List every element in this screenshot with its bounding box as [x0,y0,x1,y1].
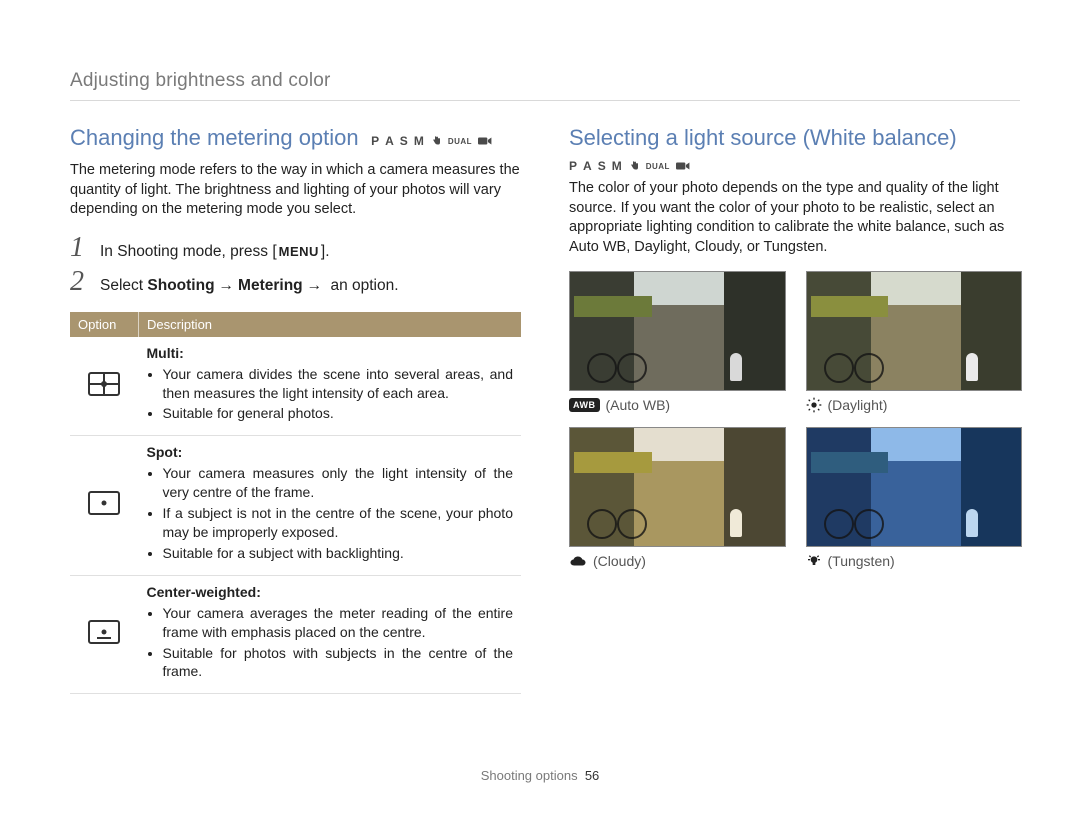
arrow-icon: → [303,277,327,294]
th-option: Option [70,312,139,337]
page-footer: Shooting options 56 [0,768,1080,783]
step-1: 1 In Shooting mode, press [MENU]. [70,234,521,262]
option-bullets: Your camera averages the meter reading o… [147,604,514,682]
metering-intro: The metering mode refers to the way in w… [70,161,521,220]
sun-icon [806,397,822,413]
step-number-1: 1 [70,234,90,262]
wb-sample-auto: AWB (Auto WB) [569,271,784,413]
mode-p: P [371,134,379,148]
mode-a: A [583,159,592,173]
left-column: Changing the metering option P A S M DUA… [70,125,521,694]
footer-section: Shooting options [481,768,578,783]
white-balance-samples: AWB (Auto WB) (Daylight) [569,271,1020,569]
mode-a: A [385,134,394,148]
spot-metering-icon [70,436,139,575]
whitebalance-intro: The color of your photo depends on the t… [569,179,1020,257]
right-column: Selecting a light source (White balance)… [569,125,1020,694]
manual-page: Adjusting brightness and color Changing … [0,0,1080,815]
section-title-metering: Changing the metering option [70,125,359,151]
wb-image-tungsten [806,427,1023,547]
wb-label-auto: AWB (Auto WB) [569,397,784,413]
mode-movie-icon [676,161,690,171]
page-number: 56 [585,768,599,783]
option-bullets: Your camera divides the scene into sever… [147,365,514,424]
option-bullets: Your camera measures only the light inte… [147,464,514,562]
mode-dual: DUAL [646,162,670,171]
wb-image-auto [569,271,786,391]
wb-sample-cloudy: (Cloudy) [569,427,784,569]
wb-label-daylight: (Daylight) [806,397,1021,413]
table-row: Spot: Your camera measures only the ligh… [70,436,521,575]
bulb-icon [806,553,822,569]
section-title-whitebalance: Selecting a light source (White balance) [569,125,957,151]
option-name-multi: Multi: [147,345,184,361]
metering-options-table: Option Description Multi: Your camera di… [70,312,521,695]
step-2-text: Select Shooting→Metering→ an option. [100,277,399,295]
center-weighted-metering-icon [70,575,139,694]
mode-hand-icon [628,160,640,172]
mode-icons: P A S M DUAL [569,159,1020,173]
left-title-row: Changing the metering option P A S M DUA… [70,125,521,157]
mode-dual: DUAL [448,137,472,146]
wb-sample-tungsten: (Tungsten) [806,427,1021,569]
cloud-icon [569,554,587,568]
option-name-spot: Spot: [147,444,183,460]
table-row: Center-weighted: Your camera averages th… [70,575,521,694]
menu-badge: MENU [277,244,321,259]
step-number-2: 2 [70,268,90,296]
step-2: 2 Select Shooting→Metering→ an option. [70,268,521,296]
step-1-text: In Shooting mode, press [MENU]. [100,243,330,261]
mode-m: M [612,159,622,173]
wb-image-daylight [806,271,1023,391]
mode-icons: P A S M DUAL [371,134,492,148]
page-header: Adjusting brightness and color [70,70,1020,101]
mode-s: S [400,134,408,148]
mode-s: S [598,159,606,173]
wb-label-tungsten: (Tungsten) [806,553,1021,569]
mode-hand-icon [430,135,442,147]
wb-image-cloudy [569,427,786,547]
arrow-icon: → [215,277,239,294]
mode-p: P [569,159,577,173]
th-description: Description [139,312,522,337]
option-name-center: Center-weighted: [147,584,261,600]
awb-icon: AWB [569,398,600,412]
mode-m: M [414,134,424,148]
two-column-layout: Changing the metering option P A S M DUA… [70,125,1020,694]
wb-label-cloudy: (Cloudy) [569,553,784,569]
table-row: Multi: Your camera divides the scene int… [70,337,521,436]
wb-sample-daylight: (Daylight) [806,271,1021,413]
mode-movie-icon [478,136,492,146]
multi-metering-icon [70,337,139,436]
